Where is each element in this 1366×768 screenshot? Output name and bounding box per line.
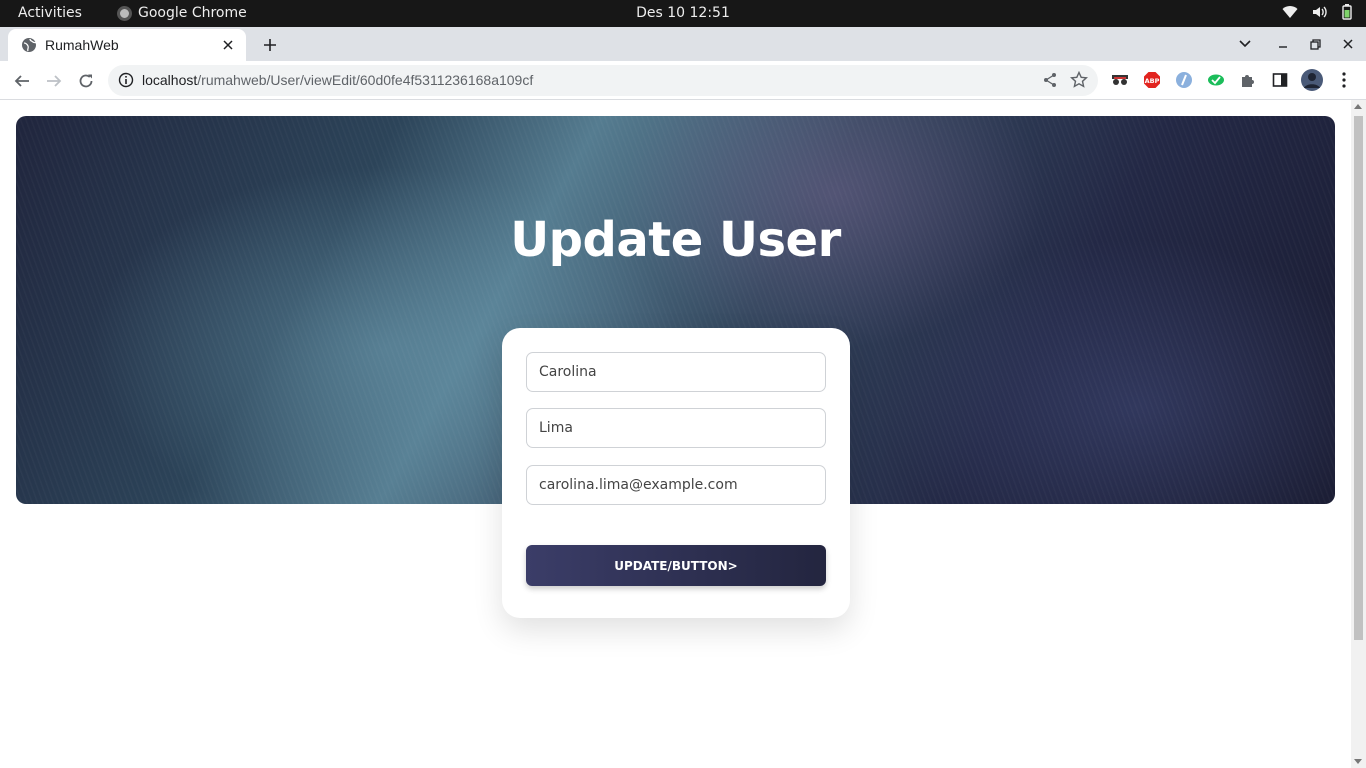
first-name-field[interactable]	[526, 352, 826, 392]
site-info-icon[interactable]	[118, 72, 134, 88]
extension-green-icon[interactable]	[1206, 70, 1226, 90]
svg-text:ABP: ABP	[1145, 77, 1160, 85]
system-tray[interactable]	[1282, 4, 1352, 20]
browser-toolbar: localhost/rumahweb/User/viewEdit/60d0fe4…	[0, 61, 1366, 100]
url-text[interactable]: localhost/rumahweb/User/viewEdit/60d0fe4…	[142, 72, 533, 88]
app-menu[interactable]: Google Chrome	[117, 5, 247, 21]
url-path: /rumahweb/User/viewEdit/60d0fe4f53112361…	[197, 72, 534, 88]
globe-icon	[22, 38, 37, 52]
app-name: Google Chrome	[138, 5, 247, 21]
url-host: localhost	[142, 72, 198, 88]
page-scrollbar[interactable]	[1351, 100, 1366, 768]
close-window-icon[interactable]	[1338, 34, 1358, 54]
update-button[interactable]: UPDATE/BUTTON>	[526, 545, 826, 586]
new-tab-icon[interactable]	[259, 34, 281, 56]
tab-title: RumahWeb	[45, 37, 119, 53]
page-title: Update User	[510, 212, 841, 268]
minimize-icon[interactable]	[1273, 34, 1293, 54]
more-menu-icon[interactable]	[1334, 70, 1354, 90]
address-bar[interactable]: localhost/rumahweb/User/viewEdit/60d0fe4…	[108, 65, 1098, 96]
tab-rumahweb[interactable]: RumahWeb	[8, 29, 246, 61]
extension-blue-icon[interactable]	[1174, 70, 1194, 90]
update-user-form: UPDATE/BUTTON>	[502, 328, 850, 618]
scrollbar-thumb[interactable]	[1354, 116, 1363, 640]
close-tab-icon[interactable]	[218, 35, 238, 55]
last-name-field[interactable]	[526, 408, 826, 448]
scroll-down-icon[interactable]	[1354, 759, 1362, 764]
restore-icon[interactable]	[1305, 34, 1325, 54]
share-icon[interactable]	[1042, 72, 1058, 88]
page-content: Update User UPDATE/BUTTON>	[0, 100, 1351, 768]
system-top-bar: Activities Google Chrome Des 10 12:51	[0, 0, 1366, 27]
clock[interactable]: Des 10 12:51	[636, 5, 730, 21]
reload-icon[interactable]	[74, 69, 98, 93]
profile-avatar[interactable]	[1301, 69, 1323, 91]
adblock-plus-icon[interactable]: ABP	[1142, 70, 1162, 90]
tab-strip: RumahWeb	[0, 27, 1366, 61]
volume-icon	[1313, 6, 1327, 18]
back-arrow-icon[interactable]	[10, 69, 34, 93]
bookmark-star-icon[interactable]	[1070, 71, 1088, 89]
puzzle-icon[interactable]	[1238, 70, 1258, 90]
side-panel-icon[interactable]	[1270, 70, 1290, 90]
incognito-mask-icon[interactable]	[1110, 70, 1130, 90]
email-field[interactable]	[526, 465, 826, 505]
activities-button[interactable]: Activities	[18, 5, 82, 21]
battery-icon	[1342, 4, 1352, 20]
wifi-icon	[1282, 6, 1298, 19]
scroll-up-icon[interactable]	[1354, 104, 1362, 109]
forward-arrow-icon[interactable]	[42, 69, 66, 93]
chrome-icon	[117, 5, 132, 21]
tab-search-icon[interactable]	[1235, 34, 1255, 54]
